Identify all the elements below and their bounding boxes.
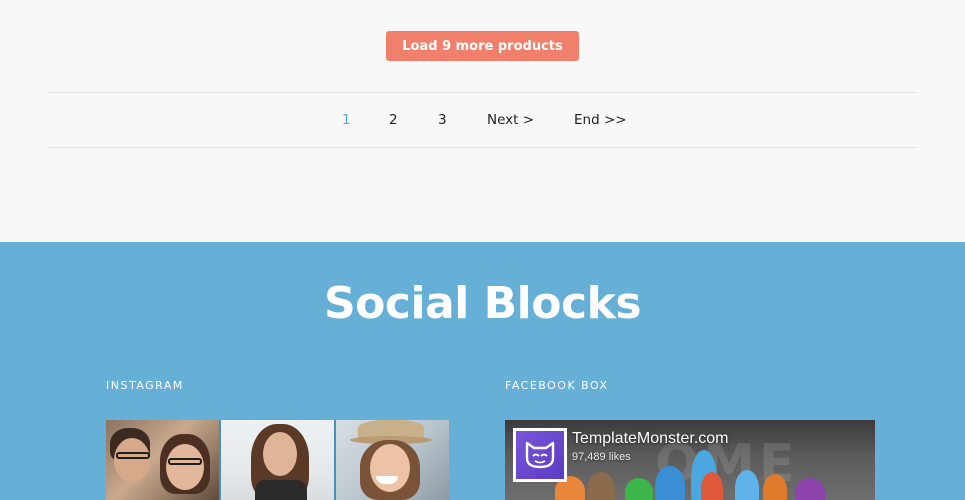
facebook-box-label: FACEBOOK BOX (505, 379, 609, 392)
load-more-button[interactable]: Load 9 more products (386, 31, 579, 61)
templatemonster-logo-icon (525, 441, 555, 469)
page-link-3[interactable]: 3 (438, 93, 447, 147)
instagram-label: INSTAGRAM (106, 379, 184, 392)
products-footer: Load 9 more products 1 2 3 Next > End >> (0, 0, 965, 242)
instagram-photo[interactable] (221, 420, 334, 500)
section-title: Social Blocks (323, 278, 642, 329)
facebook-page-box[interactable]: OME TemplateMonster.com 97,489 likes (505, 420, 875, 500)
instagram-photo[interactable] (336, 420, 449, 500)
facebook-likes-count: 97,489 likes (572, 451, 631, 463)
social-blocks-section: Social Blocks INSTAGRAM FACEBOOK BOX OME (0, 242, 965, 500)
facebook-page-name[interactable]: TemplateMonster.com (572, 430, 729, 448)
end-page-link[interactable]: End >> (574, 93, 627, 147)
instagram-photo[interactable] (106, 420, 219, 500)
instagram-feed (106, 420, 449, 500)
pagination: 1 2 3 Next > End >> (48, 92, 917, 148)
page-link-1[interactable]: 1 (342, 93, 351, 147)
page-logo[interactable] (513, 428, 567, 482)
page-link-2[interactable]: 2 (389, 93, 398, 147)
next-page-link[interactable]: Next > (487, 93, 534, 147)
